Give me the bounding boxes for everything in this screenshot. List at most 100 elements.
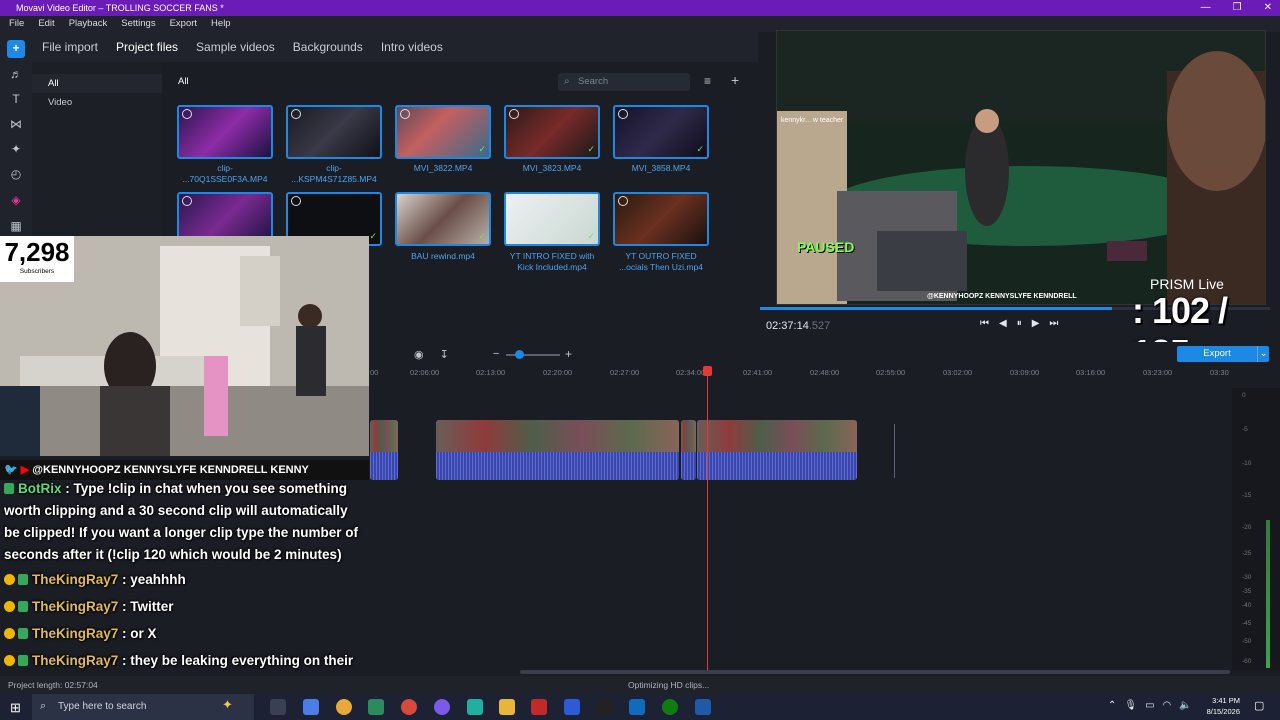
- video-track: [370, 420, 1230, 480]
- media-label-1: clip- ...70Q1SSE0F3A.MP4: [182, 163, 268, 184]
- app-icon[interactable]: [695, 699, 711, 715]
- tab-file-import[interactable]: File import: [42, 32, 98, 62]
- step-forward-icon[interactable]: ▶: [1032, 318, 1040, 329]
- timeline-clip[interactable]: [436, 420, 679, 480]
- volume-icon[interactable]: 🔈: [1179, 700, 1191, 711]
- plus-icon[interactable]: +: [7, 40, 25, 58]
- meter-tick: -35: [1242, 588, 1252, 595]
- import-tabs: File import Project files Sample videos …: [32, 32, 758, 62]
- app-icon[interactable]: [467, 699, 483, 715]
- media-thumb-10[interactable]: [613, 192, 709, 246]
- menu-settings[interactable]: Settings: [121, 16, 155, 32]
- export-button[interactable]: Export ⌄: [1177, 346, 1269, 362]
- tab-project-files[interactable]: Project files: [116, 32, 178, 62]
- network-icon[interactable]: ▭: [1145, 700, 1154, 711]
- capcut-icon[interactable]: [597, 699, 613, 715]
- microphone-icon[interactable]: ↧: [440, 348, 449, 361]
- app-icon[interactable]: [531, 699, 547, 715]
- zoom-slider-knob[interactable]: [515, 350, 524, 359]
- search-input[interactable]: Search: [558, 73, 690, 91]
- media-thumb-1[interactable]: [177, 105, 273, 159]
- clock-icon: [400, 109, 410, 119]
- time-ruler[interactable]: 00 02:06:00 02:13:00 02:20:00 02:27:00 0…: [370, 366, 1230, 380]
- skip-start-icon[interactable]: ⏮: [980, 318, 989, 329]
- timeline-scrollbar[interactable]: [520, 670, 1230, 674]
- windows-start-icon[interactable]: ⊞: [10, 700, 21, 716]
- playhead-handle[interactable]: [703, 366, 712, 376]
- chrome-icon[interactable]: [336, 699, 352, 715]
- media-heading: All: [178, 76, 189, 87]
- wifi-icon[interactable]: ◠: [1163, 700, 1172, 711]
- media-thumb-5[interactable]: ✓: [613, 105, 709, 159]
- media-thumb-9[interactable]: ✓: [504, 192, 600, 246]
- meter-tick: -45: [1242, 620, 1252, 627]
- folder-icon[interactable]: [499, 699, 515, 715]
- text-icon[interactable]: T: [8, 91, 24, 107]
- sort-icon[interactable]: ≡: [704, 74, 711, 88]
- grid-icon[interactable]: ▦: [8, 218, 24, 234]
- video-preview[interactable]: PAUSED kennykr... w teacher @KENNYHOOPZ …: [776, 30, 1266, 305]
- ruler-tick: 03:23:00: [1143, 368, 1173, 377]
- minimize-button[interactable]: —: [1201, 0, 1211, 16]
- tab-sample-videos[interactable]: Sample videos: [196, 32, 275, 62]
- taskbar-search[interactable]: Type here to search: [32, 694, 254, 720]
- media-label-2: clip- ...KSPM4S71Z85.MP4: [291, 163, 377, 184]
- ruler-tick: 02:55:00: [876, 368, 906, 377]
- playhead[interactable]: [707, 370, 708, 670]
- ruler-tick: 03:16:00: [1076, 368, 1106, 377]
- subscriber-box: 7,298 Subscribers: [0, 236, 74, 282]
- microphone-icon[interactable]: 🎙: [1124, 700, 1137, 711]
- task-view-icon[interactable]: [270, 699, 286, 715]
- menu-file[interactable]: File: [9, 16, 24, 32]
- app-icon[interactable]: [401, 699, 417, 715]
- tab-backgrounds[interactable]: Backgrounds: [293, 32, 363, 62]
- tab-intro-videos[interactable]: Intro videos: [381, 32, 443, 62]
- menu-edit[interactable]: Edit: [38, 16, 54, 32]
- discord-icon[interactable]: [434, 699, 450, 715]
- timeline-clip[interactable]: [697, 420, 857, 480]
- copilot-icon[interactable]: [303, 699, 319, 715]
- preview-frame: [777, 31, 1265, 304]
- search-icon: ⌕: [564, 76, 570, 87]
- magic-icon[interactable]: ✦: [8, 141, 24, 157]
- store-icon[interactable]: [368, 699, 384, 715]
- media-thumb-4[interactable]: ✓: [504, 105, 600, 159]
- zoom-out-icon[interactable]: −: [493, 348, 499, 361]
- notification-icon[interactable]: ▢: [1254, 699, 1264, 712]
- sticker-icon[interactable]: ◈: [8, 192, 24, 208]
- media-label-10: YT OUTRO FIXED ...ocials Then Uzi.mp4: [619, 251, 703, 272]
- media-thumb-3[interactable]: ✓: [395, 105, 491, 159]
- meter-tick: -30: [1242, 574, 1252, 581]
- media-thumb-2[interactable]: [286, 105, 382, 159]
- outlook-icon[interactable]: [629, 699, 645, 715]
- menu-export[interactable]: Export: [170, 16, 197, 32]
- search-icon: ⌕: [40, 700, 47, 712]
- timeline-clip[interactable]: [370, 420, 398, 480]
- movavi-icon[interactable]: [564, 699, 580, 715]
- menu-help[interactable]: Help: [211, 16, 231, 32]
- add-icon[interactable]: +: [731, 72, 739, 88]
- step-back-icon[interactable]: ◀: [999, 318, 1007, 329]
- zoom-in-icon[interactable]: +: [565, 347, 572, 361]
- clock-icon[interactable]: ◴: [8, 166, 24, 182]
- copilot-sparkle-icon[interactable]: ✦: [222, 697, 233, 713]
- media-thumb-8[interactable]: ✓: [395, 192, 491, 246]
- category-all[interactable]: All: [32, 74, 162, 93]
- category-video[interactable]: Video: [32, 93, 162, 112]
- music-icon[interactable]: ♬: [8, 66, 24, 82]
- timeline-clip[interactable]: [681, 420, 696, 480]
- taskbar-clock[interactable]: 3:41 PM 8/15/2026: [1204, 695, 1240, 717]
- record-icon[interactable]: ◉: [414, 348, 424, 361]
- chat-message: BotRix : Type !clip in chat when you see…: [4, 481, 359, 562]
- ruler-tick: 02:34:00: [676, 368, 706, 377]
- pause-icon[interactable]: ⏸: [1017, 318, 1022, 329]
- xbox-icon[interactable]: [662, 699, 678, 715]
- chevron-up-icon[interactable]: ⌃: [1108, 700, 1116, 711]
- maximize-button[interactable]: ❐: [1233, 0, 1242, 16]
- media-label-5: MVI_3858.MP4: [631, 163, 691, 173]
- skip-end-icon[interactable]: ⏭: [1049, 318, 1058, 329]
- transition-icon[interactable]: ⋈: [8, 116, 24, 132]
- menu-playback[interactable]: Playback: [69, 16, 108, 32]
- ruler-tick: 03:09:00: [1010, 368, 1040, 377]
- close-button[interactable]: ✕: [1264, 0, 1272, 16]
